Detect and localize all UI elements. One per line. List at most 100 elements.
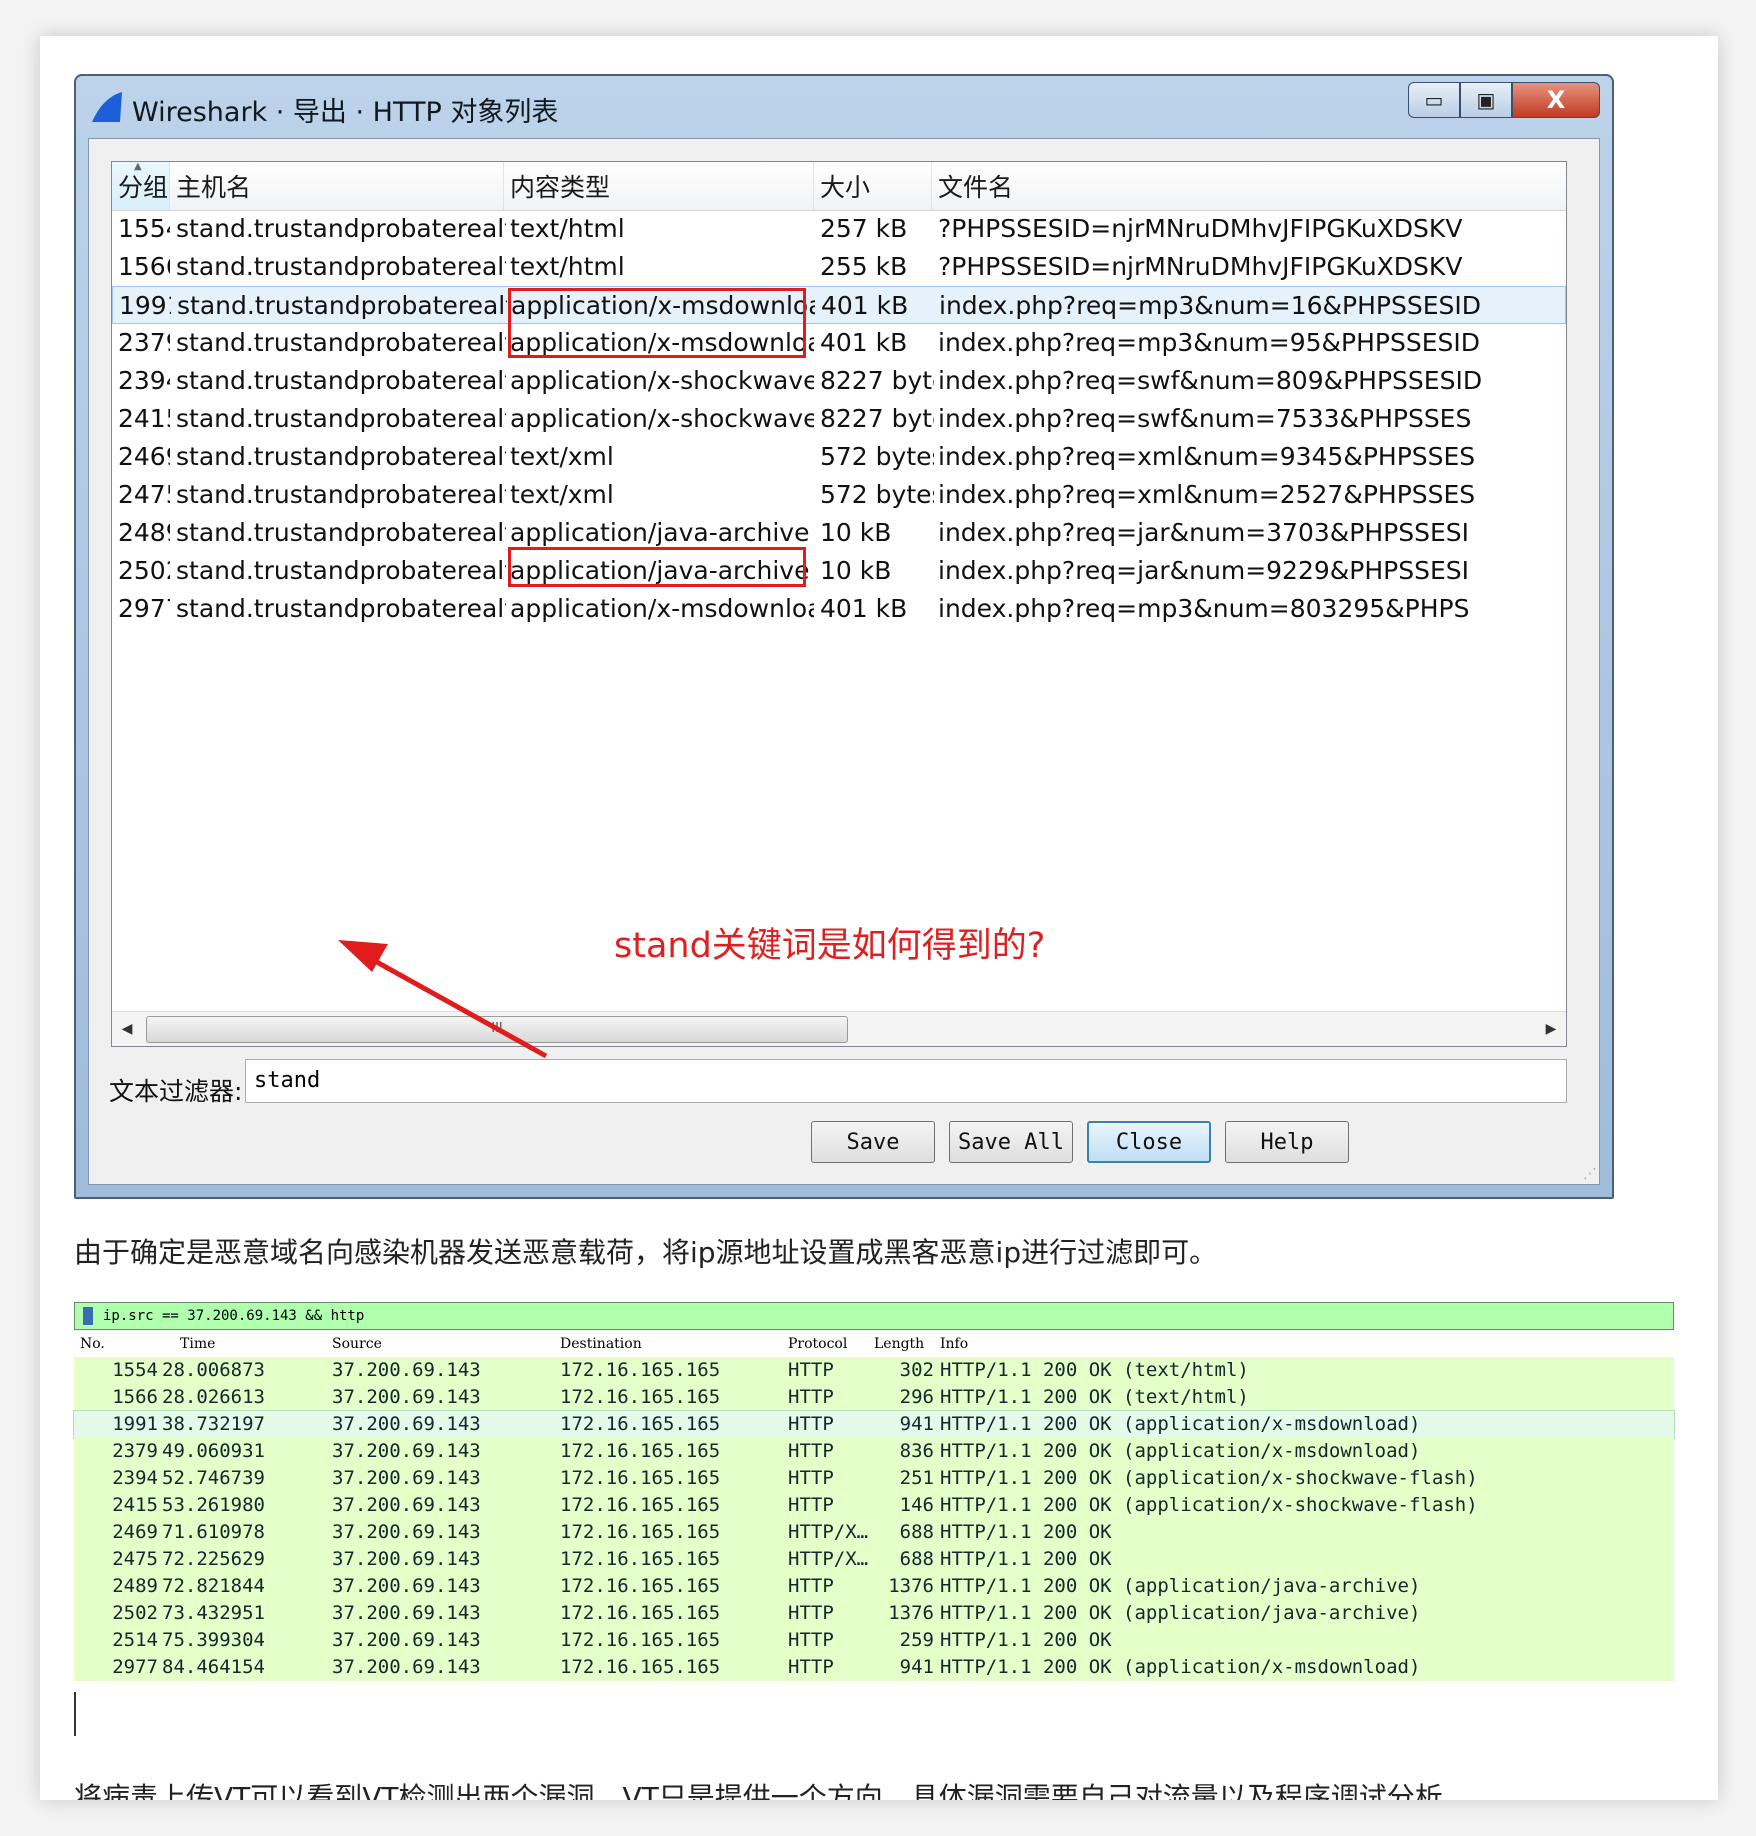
cell-len: 1376 [888,1602,934,1624]
cell-proto: HTTP [788,1440,834,1462]
cell-src: 37.200.69.143 [332,1575,481,1597]
cell-len: 688 [899,1521,934,1543]
cell-src: 37.200.69.143 [332,1413,481,1435]
cell-time: 72.225629 [162,1548,265,1570]
cell-no: 2394 [112,1467,158,1489]
table-row[interactable]: 2502 73.432951 37.200.69.143 172.16.165.165… [74,1600,1674,1627]
cell-no: 2514 [112,1629,158,1651]
packet-list-header: No. Time Source Destination Protocol Len… [74,1332,1674,1356]
bookmark-icon[interactable] [83,1307,93,1325]
cell-time: 72.821844 [162,1575,265,1597]
cell-src: 37.200.69.143 [332,1467,481,1489]
display-filter-text: ip.src == 37.200.69.143 && http [103,1308,365,1324]
cell-info: HTTP/1.1 200 OK (application/java-archiv… [940,1575,1421,1597]
table-row[interactable]: 1991 38.732197 37.200.69.143 172.16.165.165… [73,1410,1675,1439]
cell-time: 75.399304 [162,1629,265,1651]
cell-time: 28.026613 [162,1386,265,1408]
column-header-source[interactable]: Source [332,1336,382,1352]
cell-no: 2415 [112,1494,158,1516]
cell-dst: 172.16.165.165 [560,1359,721,1381]
cell-no: 1991 [112,1413,158,1435]
cell-len: 146 [899,1494,934,1516]
cell-dst: 172.16.165.165 [560,1386,721,1408]
cell-proto: HTTP [788,1629,834,1651]
cell-dst: 172.16.165.165 [560,1467,721,1489]
cell-time: 52.746739 [162,1467,265,1489]
cell-len: 302 [899,1359,934,1381]
cell-time: 49.060931 [162,1440,265,1462]
cell-info: HTTP/1.1 200 OK [940,1629,1112,1651]
cell-proto: HTTP [788,1467,834,1489]
cell-dst: 172.16.165.165 [560,1575,721,1597]
table-row[interactable]: 2469 71.610978 37.200.69.143 172.16.165.165… [74,1519,1674,1546]
column-header-length[interactable]: Length [874,1336,924,1352]
cell-info: HTTP/1.1 200 OK (application/x-msdownloa… [940,1440,1421,1462]
cell-time: 84.464154 [162,1656,265,1678]
table-row[interactable]: 2489 72.821844 37.200.69.143 172.16.165.165… [74,1573,1674,1600]
annotation-arrow [338,940,548,1059]
cell-no: 1566 [112,1386,158,1408]
cell-len: 251 [899,1467,934,1489]
cell-src: 37.200.69.143 [332,1602,481,1624]
cell-info: HTTP/1.1 200 OK (application/x-msdownloa… [940,1656,1421,1678]
export-http-objects-window: Wireshark · 导出 · HTTP 对象列表 ▭ ▣ X ▲ 分组 主机… [74,74,1614,1199]
cell-dst: 172.16.165.165 [560,1440,721,1462]
table-row[interactable]: 2977 84.464154 37.200.69.143 172.16.165.165… [74,1654,1674,1681]
table-row[interactable]: 1566 28.026613 37.200.69.143 172.16.165.165… [74,1384,1674,1411]
column-header-destination[interactable]: Destination [560,1336,642,1352]
column-header-no[interactable]: No. [80,1336,105,1352]
cell-proto: HTTP [788,1602,834,1624]
cell-info: HTTP/1.1 200 OK (text/html) [940,1386,1249,1408]
column-header-time[interactable]: Time [180,1336,215,1352]
article-card: Wireshark · 导出 · HTTP 对象列表 ▭ ▣ X ▲ 分组 主机… [40,36,1718,1800]
cell-no: 2977 [112,1656,158,1678]
display-filter-bar[interactable]: ip.src == 37.200.69.143 && http [74,1302,1674,1330]
cell-dst: 172.16.165.165 [560,1602,721,1624]
cell-info: HTTP/1.1 200 OK (application/x-shockwave… [940,1467,1478,1489]
cell-time: 73.432951 [162,1602,265,1624]
cell-len: 941 [899,1413,934,1435]
cell-src: 37.200.69.143 [332,1548,481,1570]
table-row[interactable]: 2394 52.746739 37.200.69.143 172.16.165.165… [74,1465,1674,1492]
cell-dst: 172.16.165.165 [560,1656,721,1678]
column-header-info[interactable]: Info [940,1336,968,1352]
cell-no: 2502 [112,1602,158,1624]
cell-proto: HTTP [788,1413,834,1435]
cell-proto: HTTP [788,1359,834,1381]
paragraph-vt: 将病毒上传VT可以看到VT检测出两个漏洞，VT只是提供一个方向，具体漏洞需要自己… [74,1781,1471,1800]
cell-no: 2475 [112,1548,158,1570]
cell-info: HTTP/1.1 200 OK (application/x-msdownloa… [940,1413,1421,1435]
cell-src: 37.200.69.143 [332,1359,481,1381]
cell-time: 53.261980 [162,1494,265,1516]
cell-time: 71.610978 [162,1521,265,1543]
cell-info: HTTP/1.1 200 OK [940,1548,1112,1570]
cell-info: HTTP/1.1 200 OK (application/java-archiv… [940,1602,1421,1624]
cell-len: 1376 [888,1575,934,1597]
cell-info: HTTP/1.1 200 OK (text/html) [940,1359,1249,1381]
table-row[interactable]: 2514 75.399304 37.200.69.143 172.16.165.165… [74,1627,1674,1654]
cell-dst: 172.16.165.165 [560,1521,721,1543]
table-row[interactable]: 2475 72.225629 37.200.69.143 172.16.165.165… [74,1546,1674,1573]
cell-no: 1554 [112,1359,158,1381]
table-row[interactable]: 1554 28.006873 37.200.69.143 172.16.165.165… [74,1357,1674,1384]
cell-src: 37.200.69.143 [332,1494,481,1516]
paragraph-ip-filter: 由于确定是恶意域名向感染机器发送恶意载荷，将ip源地址设置成黑客恶意ip进行过滤… [74,1236,1218,1269]
packet-list-panel: ip.src == 37.200.69.143 && http No. Time… [73,1302,1675,1692]
cell-len: 296 [899,1386,934,1408]
cell-time: 28.006873 [162,1359,265,1381]
cell-dst: 172.16.165.165 [560,1494,721,1516]
cell-proto: HTTP/X… [788,1521,869,1543]
cell-no: 2379 [112,1440,158,1462]
table-row[interactable]: 2415 53.261980 37.200.69.143 172.16.165.165… [74,1492,1674,1519]
cell-src: 37.200.69.143 [332,1440,481,1462]
cell-len: 836 [899,1440,934,1462]
cell-len: 259 [899,1629,934,1651]
table-row[interactable]: 2379 49.060931 37.200.69.143 172.16.165.165… [74,1438,1674,1465]
column-header-protocol[interactable]: Protocol [788,1336,847,1352]
cell-proto: HTTP [788,1575,834,1597]
cell-src: 37.200.69.143 [332,1521,481,1543]
cell-info: HTTP/1.1 200 OK (application/x-shockwave… [940,1494,1478,1516]
cell-src: 37.200.69.143 [332,1386,481,1408]
cell-dst: 172.16.165.165 [560,1629,721,1651]
cell-info: HTTP/1.1 200 OK [940,1521,1112,1543]
